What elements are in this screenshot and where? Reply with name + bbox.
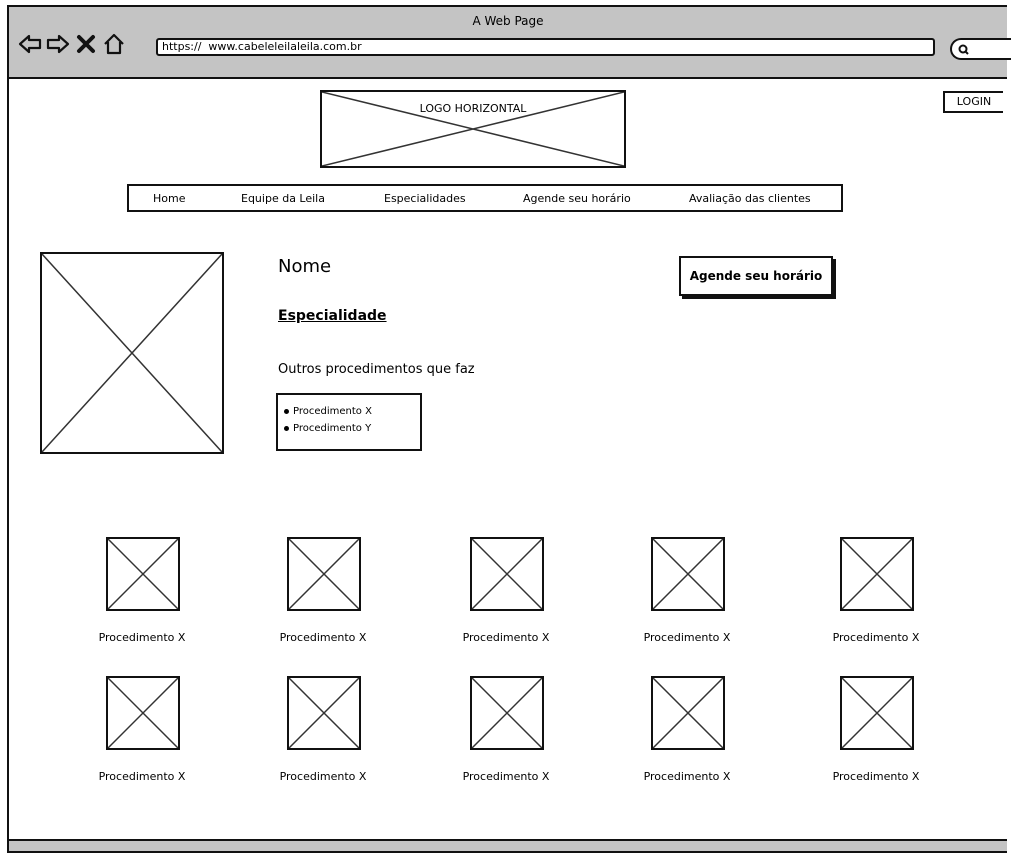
bullet-icon — [284, 409, 289, 414]
procedure-thumbnail — [470, 676, 544, 750]
image-placeholder-cross — [42, 254, 222, 452]
image-placeholder-cross — [289, 678, 359, 748]
procedure-caption: Procedimento X — [643, 770, 731, 783]
profile-photo — [40, 252, 224, 454]
procedure-thumbnail — [840, 676, 914, 750]
image-placeholder-cross — [653, 539, 723, 609]
procedures-list: Procedimento X Procedimento Y — [276, 393, 422, 451]
logo-placeholder[interactable]: LOGO HORIZONTAL — [320, 90, 626, 168]
nav-item-avaliacao[interactable]: Avaliação das clientes — [689, 192, 811, 205]
image-placeholder-cross — [289, 539, 359, 609]
list-item: Procedimento X — [284, 403, 420, 420]
procedure-thumbnail — [840, 537, 914, 611]
procedure-card[interactable]: Procedimento X — [436, 537, 576, 657]
procedure-card[interactable]: Procedimento X — [253, 537, 393, 657]
image-placeholder-cross — [472, 539, 542, 609]
procedure-caption: Procedimento X — [832, 631, 920, 644]
other-procedures-heading: Outros procedimentos que faz — [278, 362, 475, 377]
procedure-card[interactable]: Procedimento X — [806, 537, 946, 657]
procedure-label: Procedimento X — [293, 406, 372, 417]
nav-item-equipe[interactable]: Equipe da Leila — [241, 192, 325, 205]
nav-item-home[interactable]: Home — [153, 192, 185, 205]
profile-specialty-link[interactable]: Especialidade — [278, 308, 387, 324]
image-placeholder-cross — [842, 678, 912, 748]
procedure-thumbnail — [651, 676, 725, 750]
login-button[interactable]: LOGIN — [943, 91, 1003, 113]
procedure-card[interactable]: Procedimento X — [253, 676, 393, 796]
search-field[interactable] — [950, 38, 1011, 60]
image-placeholder-cross — [108, 539, 178, 609]
procedure-caption: Procedimento X — [462, 770, 550, 783]
procedure-caption: Procedimento X — [643, 631, 731, 644]
nav-item-especialidades[interactable]: Especialidades — [384, 192, 466, 205]
close-icon[interactable] — [73, 31, 99, 57]
bullet-icon — [284, 426, 289, 431]
image-placeholder-cross — [653, 678, 723, 748]
browser-status-bar — [9, 839, 1007, 851]
procedure-card[interactable]: Procedimento X — [806, 676, 946, 796]
procedure-caption: Procedimento X — [832, 770, 920, 783]
procedure-card[interactable]: Procedimento X — [72, 676, 212, 796]
image-placeholder-cross — [472, 678, 542, 748]
browser-toolbar: A Web Page https:// www.cabeleleilaleila… — [9, 7, 1011, 79]
procedure-caption: Procedimento X — [98, 770, 186, 783]
procedure-label: Procedimento Y — [293, 423, 372, 434]
procedure-card[interactable]: Procedimento X — [72, 537, 212, 657]
forward-arrow-icon[interactable] — [45, 31, 71, 57]
procedure-card[interactable]: Procedimento X — [617, 676, 757, 796]
image-placeholder-cross — [108, 678, 178, 748]
procedure-caption: Procedimento X — [279, 770, 367, 783]
logo-label: LOGO HORIZONTAL — [419, 102, 527, 115]
list-item: Procedimento Y — [284, 420, 420, 437]
procedure-card[interactable]: Procedimento X — [617, 537, 757, 657]
profile-name: Nome — [278, 256, 332, 277]
procedure-thumbnail — [287, 537, 361, 611]
procedure-thumbnail — [287, 676, 361, 750]
home-icon[interactable] — [101, 31, 127, 57]
procedure-thumbnail — [106, 676, 180, 750]
back-arrow-icon[interactable] — [17, 31, 43, 57]
procedure-thumbnail — [651, 537, 725, 611]
window-title: A Web Page — [472, 14, 544, 28]
procedure-caption: Procedimento X — [279, 631, 367, 644]
procedure-caption: Procedimento X — [98, 631, 186, 644]
url-input[interactable]: https:// www.cabeleleilaleila.com.br — [156, 38, 935, 56]
main-nav: Home Equipe da Leila Especialidades Agen… — [127, 184, 843, 212]
procedure-card[interactable]: Procedimento X — [436, 676, 576, 796]
book-appointment-button[interactable]: Agende seu horário — [679, 256, 833, 296]
nav-item-agende[interactable]: Agende seu horário — [523, 192, 631, 205]
procedure-thumbnail — [106, 537, 180, 611]
procedure-caption: Procedimento X — [462, 631, 550, 644]
image-placeholder-cross — [842, 539, 912, 609]
procedure-thumbnail — [470, 537, 544, 611]
